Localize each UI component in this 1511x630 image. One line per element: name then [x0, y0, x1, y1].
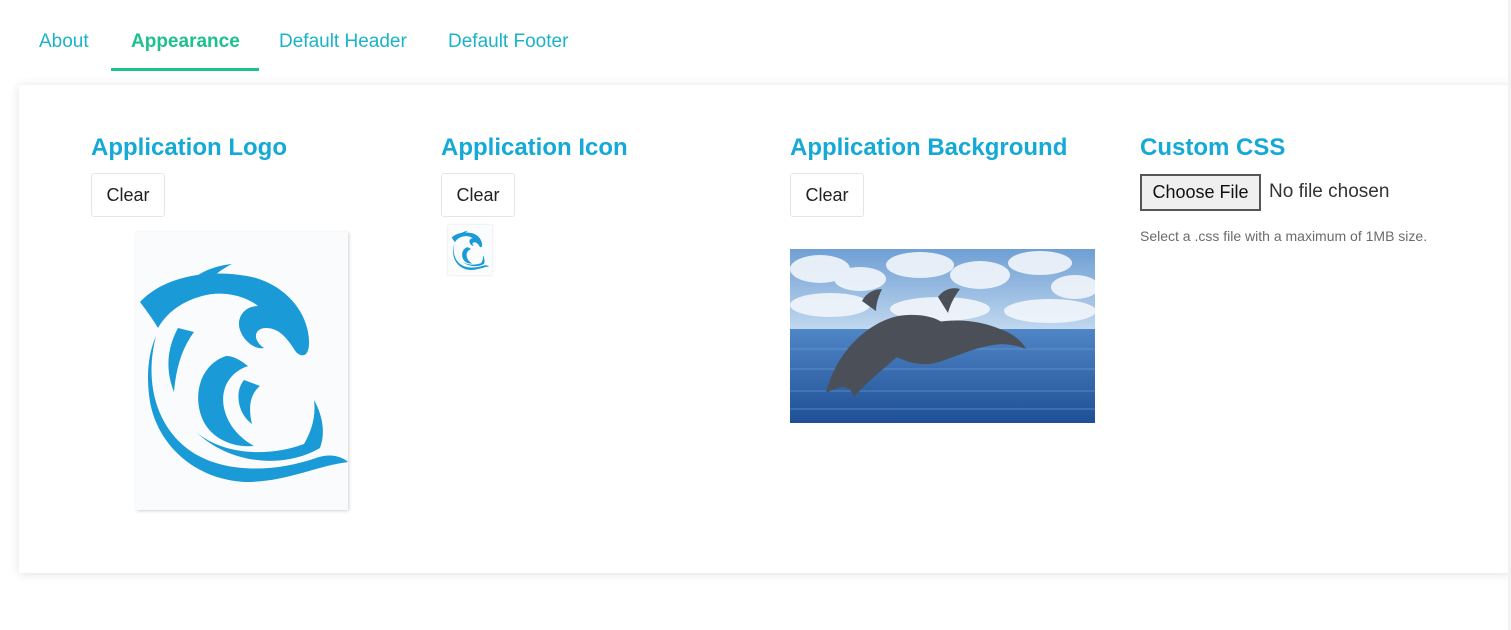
- tab-about[interactable]: About: [39, 31, 89, 71]
- clear-logo-button[interactable]: Clear: [91, 173, 165, 217]
- logo-section-title: Application Logo: [91, 134, 287, 161]
- tab-default-header[interactable]: Default Header: [279, 31, 407, 71]
- clear-background-button[interactable]: Clear: [790, 173, 864, 217]
- icon-preview[interactable]: [448, 225, 492, 275]
- tab-default-footer[interactable]: Default Footer: [448, 31, 568, 71]
- tab-appearance[interactable]: Appearance: [131, 31, 240, 71]
- dolphins-ocean-photo: [790, 249, 1095, 423]
- settings-tabs: About Appearance Default Header Default …: [0, 0, 1511, 72]
- icon-section-title: Application Icon: [441, 134, 628, 161]
- file-status-text: No file chosen: [1269, 181, 1390, 202]
- clear-icon-button[interactable]: Clear: [441, 173, 515, 217]
- choose-file-button[interactable]: Choose File: [1140, 174, 1261, 211]
- background-section-title: Application Background: [790, 134, 1068, 161]
- background-preview[interactable]: [790, 249, 1095, 423]
- logo-preview[interactable]: [136, 232, 348, 510]
- css-help-text: Select a .css file with a maximum of 1MB…: [1140, 228, 1428, 244]
- dolphin-logo-icon: [140, 264, 348, 482]
- active-tab-indicator: [111, 68, 259, 71]
- dolphin-logo-icon: [451, 230, 490, 270]
- css-section-title: Custom CSS: [1140, 134, 1286, 161]
